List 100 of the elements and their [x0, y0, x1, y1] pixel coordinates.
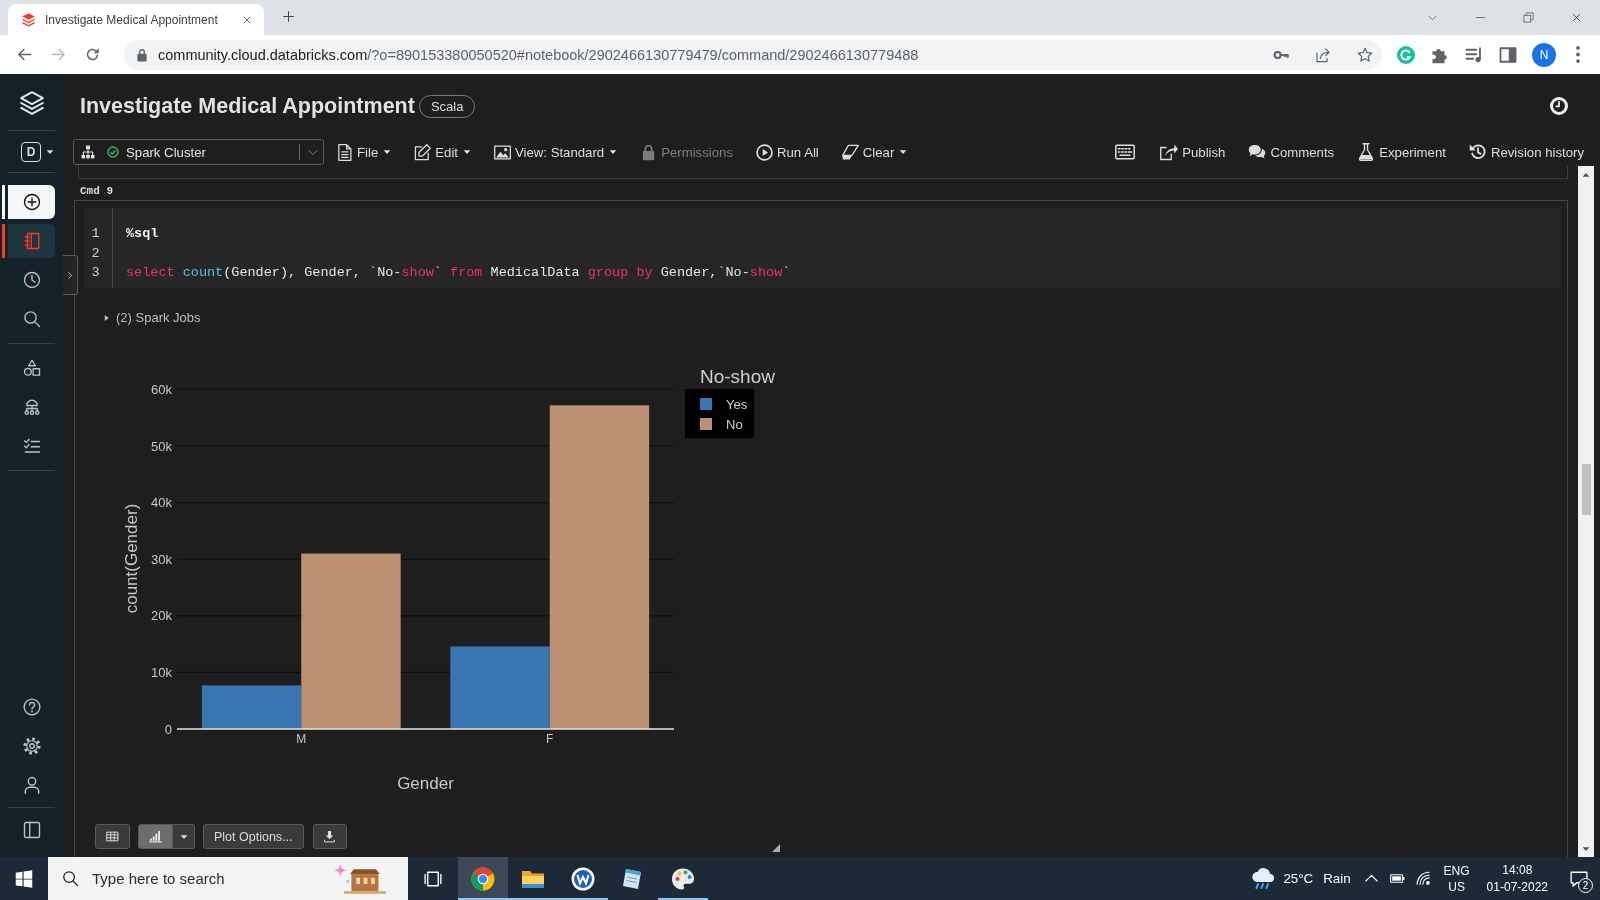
letter-circle-icon	[571, 866, 595, 891]
run-menu-button[interactable]: Run All	[756, 143, 819, 161]
chevron-right-icon	[66, 269, 74, 281]
stacked-layers-icon	[18, 90, 45, 116]
axis-tick-label: 0	[164, 721, 172, 737]
expand-toggle[interactable]	[63, 255, 78, 295]
keyboard-icon	[1113, 142, 1138, 162]
side-panel-icon	[1499, 45, 1517, 64]
taskbar-search-field[interactable]: Type here to search	[48, 857, 408, 900]
workspace-switcher[interactable]: D	[21, 139, 54, 165]
axis-title: Gender	[397, 774, 454, 793]
edit-menu-button[interactable]: Edit	[414, 143, 471, 161]
more-options-icon	[1576, 46, 1580, 63]
eraser-icon	[841, 143, 859, 161]
checklist-icon	[22, 437, 41, 455]
signal-arcs-icon	[1416, 871, 1432, 886]
address-bar[interactable]: community.cloud.databricks.com/?o=890153380050520#notebook/2902466130779479/command/2902466130779488	[124, 39, 1382, 70]
axis-tick-label: 10k	[151, 664, 172, 680]
round-logo-icon	[471, 866, 495, 891]
tab-title: Investigate Medical Appointment	[45, 12, 219, 27]
ring-logo-icon	[1397, 45, 1415, 64]
experiment-button[interactable]: Experiment	[1357, 142, 1446, 162]
download-button[interactable]	[312, 824, 347, 849]
sitemap-icon	[81, 145, 95, 159]
code-line: select count(Gender), Gender, `No-show` from MedicalData group by Gender,`No-show`	[126, 264, 791, 282]
publish-button[interactable]: Publish	[1160, 142, 1226, 162]
palette-icon	[671, 866, 695, 891]
close-icon	[242, 14, 252, 25]
axis-tick-label: 60k	[151, 381, 172, 397]
legend-box	[685, 389, 754, 438]
code-editor[interactable]: 1 2 3 %sql select count(Gender), Gender, `No-show` from MedicalData group by Gender,`No-show`	[84, 208, 1561, 288]
history-button[interactable]: Revision history	[1468, 142, 1584, 162]
comments-button[interactable]: Comments	[1248, 142, 1335, 162]
clear-menu-button[interactable]: Clear	[841, 143, 908, 161]
spark-jobs-toggle[interactable]: (2) Spark Jobs	[103, 310, 201, 325]
clock-icon	[1550, 97, 1568, 115]
cell-label: Cmd 9	[80, 184, 113, 198]
axis-tick-label: 50k	[151, 438, 172, 454]
view-menu-button[interactable]: View: Standard	[494, 143, 618, 161]
axis-tick-label: 20k	[151, 608, 172, 624]
share-icon	[1315, 46, 1331, 63]
caret-down-icon	[179, 832, 188, 841]
sidebar-button[interactable]	[2, 185, 55, 219]
window-panes-icon	[15, 869, 33, 888]
code-line: %sql	[126, 225, 159, 243]
reload-icon	[84, 47, 100, 62]
hierarchy-icon	[22, 398, 41, 416]
pencil-square-icon	[414, 143, 432, 161]
side-panel-icon	[22, 821, 41, 839]
user-icon	[22, 776, 41, 794]
axis-title: count(Gender)	[122, 503, 141, 614]
cluster-select[interactable]: Spark Cluster	[73, 139, 324, 165]
axis-tick-label: M	[296, 732, 307, 746]
schedule-button[interactable]	[1550, 97, 1568, 115]
axis-tick-label: 30k	[151, 551, 172, 567]
bar-chart-icon	[149, 830, 162, 843]
resize-handle-icon[interactable]	[772, 844, 780, 852]
scrollbar-thumb[interactable]	[1581, 464, 1591, 515]
forward-arrow-icon	[50, 47, 66, 62]
caret-down-icon	[1582, 844, 1590, 853]
download-icon	[323, 830, 336, 843]
input-language-button[interactable]: ENG US	[1436, 857, 1477, 900]
plot-options-button[interactable]: Plot Options...	[203, 824, 304, 849]
file-menu-button[interactable]: File	[336, 143, 392, 161]
cloud-rain-icon	[1251, 866, 1276, 891]
flask-icon	[1357, 143, 1376, 161]
settings-icon	[22, 737, 41, 755]
restore-icon	[1522, 12, 1534, 23]
legend-title: No-show	[700, 366, 775, 387]
notifications-button[interactable]: 2	[1558, 857, 1600, 900]
scrollbar[interactable]	[1578, 166, 1594, 857]
line-number: 1	[90, 225, 101, 243]
keyboard-button[interactable]	[1113, 142, 1138, 162]
task-view-icon	[423, 869, 443, 888]
table-view-button[interactable]	[95, 824, 130, 849]
table-grid-icon	[106, 830, 119, 843]
taskbar-clock[interactable]: 14:08 01-07-2022	[1476, 857, 1558, 900]
lock-icon	[135, 47, 149, 62]
caret-down-icon	[46, 148, 54, 156]
clock-icon	[22, 271, 41, 289]
search-icon	[62, 870, 79, 887]
close-icon	[1570, 12, 1582, 23]
stacked-layers-icon	[21, 12, 36, 27]
chart-type-dropdown[interactable]	[173, 824, 195, 849]
history-icon	[1468, 143, 1487, 161]
browser-tab[interactable]: Investigate Medical Appointment	[8, 4, 264, 35]
play-circle-icon	[756, 143, 773, 161]
search-icon	[22, 310, 41, 328]
shapes-icon	[22, 359, 41, 377]
profile-avatar[interactable]: N	[1532, 42, 1556, 67]
speech-bubbles-icon	[1248, 143, 1267, 161]
star-icon	[1357, 46, 1373, 63]
legend-label: No	[726, 417, 743, 432]
plus-circle-icon	[22, 193, 41, 211]
chart-view-button[interactable]	[138, 824, 173, 849]
axis-tick-label: 40k	[151, 495, 172, 511]
help-icon	[22, 698, 41, 716]
weather-widget[interactable]: 25°C Rain	[1243, 857, 1359, 900]
speech-bubble-icon	[1569, 869, 1589, 888]
plus-icon	[281, 10, 295, 23]
